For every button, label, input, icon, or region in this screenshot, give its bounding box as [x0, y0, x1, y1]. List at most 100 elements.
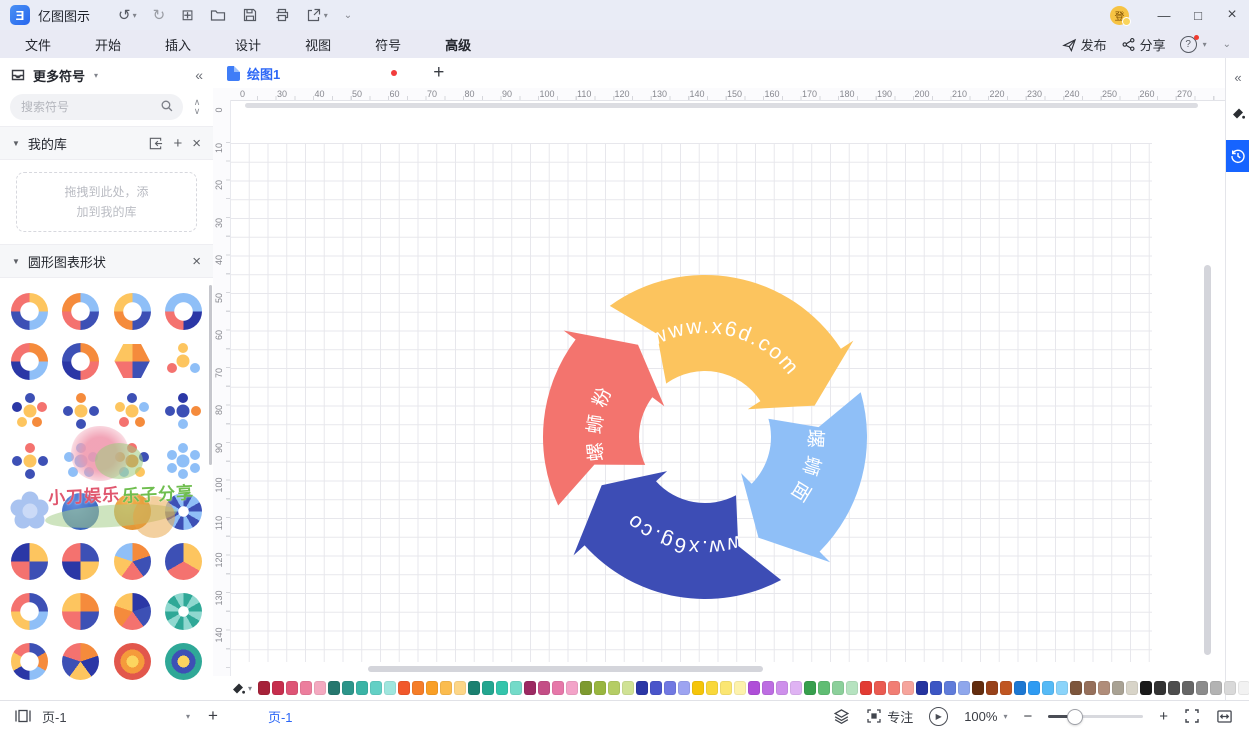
color-swatch[interactable]	[846, 681, 858, 695]
color-swatch[interactable]	[1028, 681, 1040, 695]
color-swatch[interactable]	[412, 681, 424, 695]
panel-title[interactable]: 更多符号	[33, 66, 85, 85]
symbol-thumbnail[interactable]	[165, 493, 202, 530]
symbol-thumbnail[interactable]	[11, 643, 48, 680]
symbol-thumbnail[interactable]	[114, 593, 151, 630]
symbol-thumbnail[interactable]	[62, 643, 99, 680]
color-swatch[interactable]	[720, 681, 732, 695]
login-avatar[interactable]: 登	[1110, 6, 1129, 25]
fill-style-button[interactable]	[1226, 100, 1249, 126]
symbol-thumbnail[interactable]	[11, 593, 48, 630]
color-swatch[interactable]	[1000, 681, 1012, 695]
page-selector[interactable]: 页-1 ▾	[42, 707, 190, 726]
symbol-thumbnail[interactable]	[62, 343, 99, 380]
color-swatch[interactable]	[1182, 681, 1194, 695]
color-swatch[interactable]	[860, 681, 872, 695]
color-swatch[interactable]	[832, 681, 844, 695]
close-section-icon[interactable]: ×	[192, 254, 201, 269]
color-swatch[interactable]	[650, 681, 662, 695]
help-button[interactable]: ? ▾	[1180, 36, 1207, 53]
color-swatch[interactable]	[342, 681, 354, 695]
color-swatch[interactable]	[272, 681, 284, 695]
color-swatch[interactable]	[1014, 681, 1026, 695]
presentation-play-button[interactable]: ▶	[929, 707, 948, 726]
symbol-thumbnail[interactable]	[165, 593, 202, 630]
color-swatch[interactable]	[692, 681, 704, 695]
search-input[interactable]	[10, 94, 183, 120]
color-swatch[interactable]	[1126, 681, 1138, 695]
color-swatch[interactable]	[440, 681, 452, 695]
menu-item-高级[interactable]: 高级	[445, 35, 471, 54]
color-swatch[interactable]	[958, 681, 970, 695]
color-swatch[interactable]	[328, 681, 340, 695]
panel-title-caret[interactable]: ▾	[94, 71, 98, 80]
collapse-triangle-icon[interactable]: ▼	[12, 139, 20, 148]
color-swatch[interactable]	[902, 681, 914, 695]
color-swatch[interactable]	[1070, 681, 1082, 695]
symbol-thumbnail[interactable]	[114, 343, 151, 380]
share-button[interactable]: 分享	[1121, 35, 1166, 54]
pages-panel-icon[interactable]	[14, 708, 32, 724]
symbol-thumbnail[interactable]	[62, 293, 99, 330]
color-swatch[interactable]	[1168, 681, 1180, 695]
search-icon[interactable]	[160, 99, 174, 116]
minimize-button[interactable]: —	[1147, 0, 1181, 30]
symbol-thumbnail[interactable]	[62, 493, 99, 530]
open-file-button[interactable]	[210, 7, 226, 23]
color-swatch[interactable]	[1238, 681, 1249, 695]
color-swatch[interactable]	[398, 681, 410, 695]
symbol-thumbnail[interactable]	[114, 393, 151, 430]
zoom-level-select[interactable]: 100% ▾	[964, 709, 1007, 724]
symbol-thumbnail[interactable]	[114, 493, 151, 530]
color-swatch[interactable]	[356, 681, 368, 695]
menu-item-开始[interactable]: 开始	[95, 35, 121, 54]
menu-item-插入[interactable]: 插入	[165, 35, 191, 54]
focus-mode-button[interactable]: 专注	[866, 707, 913, 726]
color-swatch[interactable]	[1154, 681, 1166, 695]
redo-button[interactable]: ↻	[153, 6, 166, 24]
menu-item-设计[interactable]: 设计	[235, 35, 261, 54]
symbol-thumbnail[interactable]	[165, 643, 202, 680]
color-swatch[interactable]	[538, 681, 550, 695]
print-button[interactable]	[274, 7, 290, 23]
color-swatch[interactable]	[706, 681, 718, 695]
menu-item-符号[interactable]: 符号	[375, 35, 401, 54]
export-button[interactable]: ▾	[306, 7, 328, 23]
color-swatch[interactable]	[636, 681, 648, 695]
color-swatch[interactable]	[748, 681, 760, 695]
color-swatch[interactable]	[678, 681, 690, 695]
horizontal-scrollbar-top[interactable]	[245, 103, 1198, 108]
color-swatch[interactable]	[370, 681, 382, 695]
symbol-thumbnail[interactable]	[11, 543, 48, 580]
color-swatch[interactable]	[552, 681, 564, 695]
panel-collapse-button[interactable]: «	[195, 67, 203, 83]
color-swatch[interactable]	[664, 681, 676, 695]
publish-button[interactable]: 发布	[1062, 35, 1107, 54]
color-swatch[interactable]	[776, 681, 788, 695]
symbol-thumbnail[interactable]	[62, 443, 99, 480]
zoom-slider[interactable]	[1048, 709, 1143, 723]
color-swatch[interactable]	[1112, 681, 1124, 695]
symbol-thumbnail[interactable]	[165, 393, 202, 430]
collapse-triangle-icon[interactable]: ▼	[12, 257, 20, 266]
add-library-icon[interactable]: +	[173, 136, 182, 151]
menu-item-文件[interactable]: 文件	[25, 35, 51, 54]
symbol-thumbnail[interactable]	[11, 443, 48, 480]
horizontal-scrollbar-thumb[interactable]	[368, 666, 763, 672]
color-swatch[interactable]	[580, 681, 592, 695]
color-swatch[interactable]	[874, 681, 886, 695]
color-swatch[interactable]	[426, 681, 438, 695]
symbol-thumbnail[interactable]	[11, 293, 48, 330]
zoom-slider-handle[interactable]	[1067, 709, 1083, 725]
symbol-thumbnail[interactable]	[165, 343, 202, 380]
color-swatch[interactable]	[1196, 681, 1208, 695]
sidebar-scrollbar[interactable]	[209, 285, 212, 465]
symbol-thumbnail[interactable]	[11, 493, 48, 530]
color-swatch[interactable]	[734, 681, 746, 695]
fit-width-icon[interactable]	[1216, 708, 1233, 725]
fill-color-button[interactable]: ▾	[230, 680, 252, 696]
color-swatch[interactable]	[804, 681, 816, 695]
symbol-thumbnail[interactable]	[11, 393, 48, 430]
color-swatch[interactable]	[1140, 681, 1152, 695]
version-history-button[interactable]	[1226, 140, 1249, 172]
